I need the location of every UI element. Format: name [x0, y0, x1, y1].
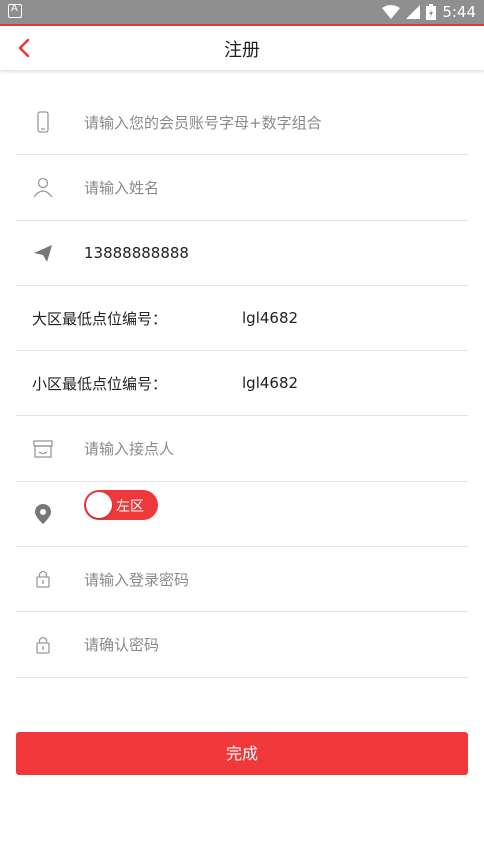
send-icon [32, 242, 54, 264]
account-row[interactable]: 请输入您的会员账号字母+数字组合 [16, 90, 468, 156]
password-input[interactable]: 请输入登录密码 [84, 569, 189, 590]
status-icons: 5:44 [382, 2, 476, 22]
wifi-icon [382, 5, 401, 19]
phone-row[interactable]: 13888888888 [16, 221, 468, 286]
location-pin-icon [32, 503, 54, 525]
app-bar: 注册 [0, 26, 484, 70]
notification-icon [8, 3, 22, 18]
area-toggle[interactable]: 左区 [84, 489, 158, 520]
name-row[interactable]: 请输入姓名 [16, 155, 468, 221]
toggle-label: 左区 [116, 498, 144, 515]
toggle-knob [86, 491, 112, 518]
account-input[interactable]: 请输入您的会员账号字母+数字组合 [84, 112, 322, 133]
password-row[interactable]: 请输入登录密码 [16, 547, 468, 613]
big-area-row: 大区最低点位编号： lgl4682 [16, 286, 468, 352]
phone-input[interactable]: 13888888888 [84, 244, 189, 262]
small-area-row: 小区最低点位编号： lgl4682 [16, 351, 468, 417]
name-input[interactable]: 请输入姓名 [84, 177, 159, 198]
submit-button[interactable]: 完成 [16, 732, 468, 775]
user-icon [32, 176, 54, 198]
lock-icon [32, 568, 54, 590]
small-area-label: 小区最低点位编号： [32, 374, 168, 393]
battery-icon [426, 4, 437, 20]
signal-icon [406, 5, 421, 19]
small-area-value: lgl4682 [242, 374, 299, 393]
confirm-password-input[interactable]: 请确认密码 [84, 634, 159, 655]
big-area-label: 大区最低点位编号： [32, 309, 168, 328]
area-toggle-row: 左区 [16, 482, 468, 548]
clock: 5:44 [442, 3, 476, 21]
confirm-password-row[interactable]: 请确认密码 [16, 612, 468, 678]
contact-input[interactable]: 请输入接点人 [84, 438, 174, 459]
big-area-value: lgl4682 [242, 309, 299, 328]
register-form: 请输入您的会员账号字母+数字组合 请输入姓名 13888888888 大区最低点… [16, 90, 468, 678]
store-icon [32, 438, 54, 460]
phone-icon [32, 111, 54, 133]
lock-icon [32, 634, 54, 656]
page-title: 注册 [224, 40, 260, 61]
contact-row[interactable]: 请输入接点人 [16, 416, 468, 482]
status-bar: 5:44 [0, 0, 484, 24]
